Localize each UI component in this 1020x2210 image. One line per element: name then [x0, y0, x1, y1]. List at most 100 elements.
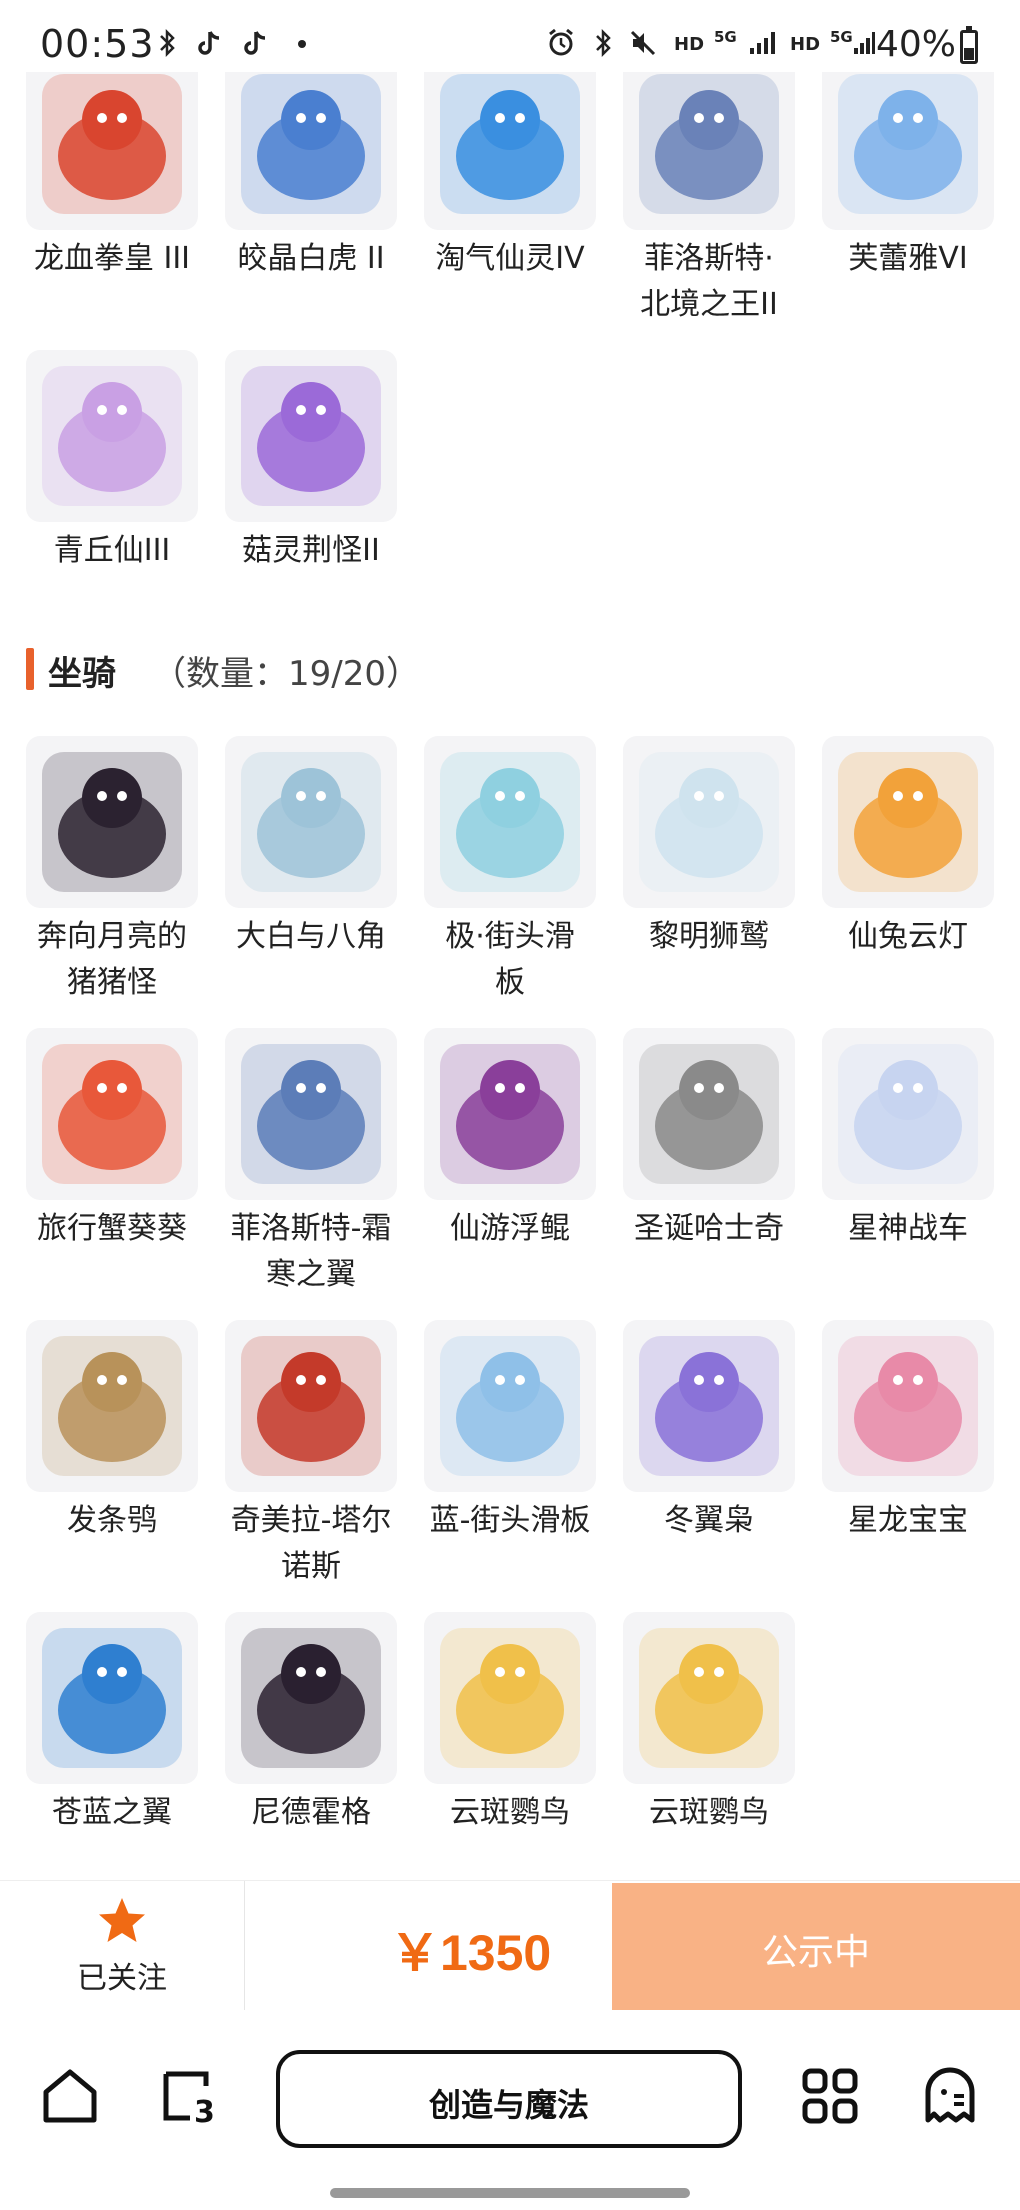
mount-item-label: 诺斯 [281, 1549, 341, 1584]
fox-fairy-pet-art [42, 366, 182, 506]
mount-item[interactable]: 苍蓝之翼 [26, 1612, 198, 1836]
mount-item[interactable]: 冬翼枭 [623, 1320, 795, 1544]
home-indicator[interactable] [330, 2188, 690, 2198]
mount-item-label: 星龙宝宝 [848, 1503, 968, 1538]
mount-item-label: 云斑鹦鸟 [649, 1795, 769, 1830]
follow-button[interactable]: 已关注 [0, 1881, 244, 2011]
pet-item[interactable]: 龙血拳皇 III [26, 58, 198, 282]
bottom-nav-bar: 3 创造与魔法 [0, 2010, 1020, 2210]
mount-item[interactable]: 尼德霍格 [225, 1612, 397, 1836]
mount-item-label: 星神战车 [848, 1211, 968, 1246]
winter-owl-mount [623, 1320, 795, 1492]
cloud-parrot-mount-art [639, 1628, 779, 1768]
mount-item-label: 仙兔云灯 [848, 919, 968, 954]
mount-item-label: 奇美拉-塔尔 [230, 1503, 392, 1538]
mount-item[interactable]: 仙游浮鲲 [424, 1028, 596, 1252]
pet-item[interactable]: 菲洛斯特· 北境之王II [623, 58, 795, 328]
pet-item-label: 北境之王II [640, 287, 778, 322]
mute-icon [630, 30, 656, 56]
mount-item-label: 圣诞哈士奇 [634, 1211, 784, 1246]
rabbit-lantern-mount-art [838, 752, 978, 892]
pet-item[interactable]: 淘气仙灵IV [424, 58, 596, 282]
pet-item-label: 青丘仙III [53, 533, 171, 568]
blue-puppy-pet [424, 58, 596, 230]
clockwork-owl-mount [26, 1320, 198, 1492]
cloud-parrot-mount [424, 1612, 596, 1784]
bluetooth-icon [596, 28, 611, 58]
mount-item-label: 寒之翼 [266, 1257, 356, 1292]
mount-item-label: 黎明狮鹫 [649, 919, 769, 954]
mount-item-label: 极·街头滑 [445, 919, 575, 954]
winter-owl-mount-art [639, 1336, 779, 1476]
floating-kun-mount [424, 1028, 596, 1200]
pet-item-label: 芙蕾雅VI [848, 241, 968, 276]
azure-wing-mount-art [42, 1628, 182, 1768]
signal-icon [854, 32, 875, 54]
mount-item-label: 尼德霍格 [251, 1795, 371, 1830]
frost-wing-mount [225, 1028, 397, 1200]
mount-item-label: 大白与八角 [236, 919, 386, 954]
mount-item[interactable]: 菲洛斯特-霜 寒之翼 [225, 1028, 397, 1298]
mount-item[interactable]: 极·街头滑板 [424, 736, 596, 1006]
dawn-griffin-mount-art [639, 752, 779, 892]
pet-item[interactable]: 菇灵荆怪II [225, 350, 397, 574]
follow-label: 已关注 [77, 1961, 167, 1996]
street-skateboard-mount-art [440, 752, 580, 892]
mount-item-label: 云斑鹦鸟 [450, 1795, 570, 1830]
divider [244, 1881, 245, 2011]
pet-item-label: 皎晶白虎 II [237, 241, 385, 276]
mount-item-label: 发条鸮 [67, 1503, 157, 1538]
mushroom-sprite-pet [225, 350, 397, 522]
nidhogg-mount [225, 1612, 397, 1784]
star-dragon-baby-mount [822, 1320, 994, 1492]
mount-item[interactable]: 仙兔云灯 [822, 736, 994, 960]
tab-count-icon[interactable]: 3 [160, 2066, 220, 2126]
app-name-button[interactable]: 创造与魔法 [276, 2050, 742, 2148]
christmas-husky-mount-art [639, 1044, 779, 1184]
mount-item-label: 仙游浮鲲 [450, 1211, 570, 1246]
white-tiger-pet [225, 58, 397, 230]
white-tiger-pet-art [241, 74, 381, 214]
mount-item[interactable]: 圣诞哈士奇 [623, 1028, 795, 1252]
pet-item[interactable]: 皎晶白虎 II [225, 58, 397, 282]
status-time: 00:53 [40, 22, 155, 66]
pet-item[interactable]: 青丘仙III [26, 350, 198, 574]
mount-item[interactable]: 蓝-街头滑板 [424, 1320, 596, 1544]
apps-grid-icon[interactable] [800, 2066, 860, 2126]
section-count: （数量：19/20） [152, 654, 420, 694]
battery-percent: 40% [876, 24, 957, 65]
white-whale-mount-art [241, 752, 381, 892]
red-dragon-boxer-pet [26, 58, 198, 230]
mount-item[interactable]: 奇美拉-塔尔 诺斯 [225, 1320, 397, 1590]
mount-item-label: 猪猪怪 [67, 965, 157, 1000]
mount-item[interactable]: 星神战车 [822, 1028, 994, 1252]
clockwork-owl-mount-art [42, 1336, 182, 1476]
dot-icon [298, 40, 306, 48]
cloud-parrot-mount-art [440, 1628, 580, 1768]
publicity-status-button[interactable]: 公示中 [612, 1883, 1020, 2011]
mount-item-label: 冬翼枭 [664, 1503, 754, 1538]
freya-pet-art [838, 74, 978, 214]
pet-item-label: 淘气仙灵IV [435, 241, 585, 276]
blue-puppy-pet-art [440, 74, 580, 214]
mount-item[interactable]: 星龙宝宝 [822, 1320, 994, 1544]
travel-crab-mount [26, 1028, 198, 1200]
mount-item[interactable]: 黎明狮鹫 [623, 736, 795, 960]
mount-item[interactable]: 云斑鹦鸟 [623, 1612, 795, 1836]
network-hd-label: HD [674, 34, 705, 55]
alarm-icon [549, 28, 573, 56]
purchase-bar: 已关注 ￥1350 公示中 [0, 1880, 1020, 2011]
pet-item[interactable]: 芙蕾雅VI [822, 58, 994, 282]
mount-item[interactable]: 云斑鹦鸟 [424, 1612, 596, 1836]
nidhogg-mount-art [241, 1628, 381, 1768]
moon-pig-mount-art [42, 752, 182, 892]
ghost-menu-icon[interactable] [920, 2066, 980, 2126]
white-whale-mount [225, 736, 397, 908]
app-name-label: 创造与魔法 [428, 2086, 589, 2124]
mount-item[interactable]: 大白与八角 [225, 736, 397, 960]
mount-item-label: 旅行蟹葵葵 [37, 1211, 187, 1246]
mount-item[interactable]: 发条鸮 [26, 1320, 198, 1544]
home-icon[interactable] [40, 2066, 100, 2126]
mount-item[interactable]: 奔向月亮的 猪猪怪 [26, 736, 198, 1006]
mount-item[interactable]: 旅行蟹葵葵 [26, 1028, 198, 1252]
